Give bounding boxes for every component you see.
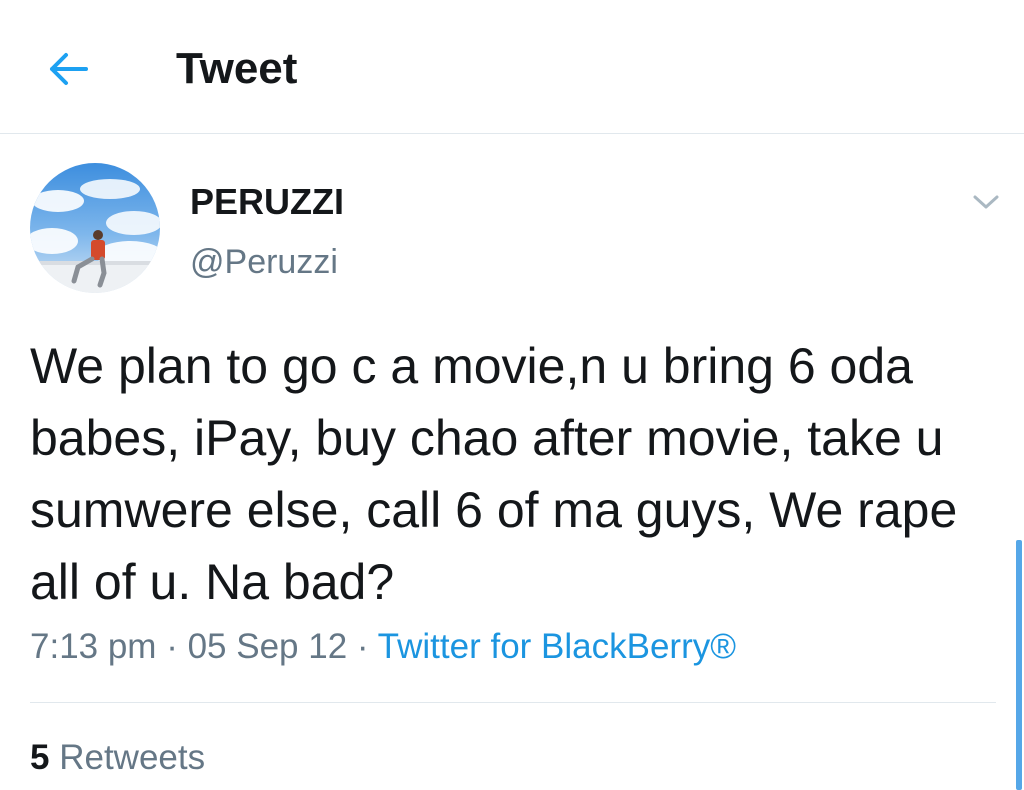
tweet-time[interactable]: 7:13 pm [30, 627, 156, 666]
retweets-stat[interactable]: 5 Retweets [30, 735, 205, 781]
arrow-left-icon [50, 53, 88, 85]
back-button[interactable] [36, 40, 100, 98]
retweets-count: 5 [30, 738, 50, 777]
tweet-menu-button[interactable] [960, 180, 1012, 224]
author-handle[interactable]: @Peruzzi [190, 240, 338, 284]
top-bar: Tweet [0, 0, 1024, 134]
divider [30, 702, 996, 703]
tweet-date[interactable]: 05 Sep 12 [188, 627, 348, 666]
author-name[interactable]: PERUZZI [190, 180, 344, 224]
tweet-source-link[interactable]: Twitter for BlackBerry® [378, 627, 736, 666]
tweet-meta: 7:13 pm · 05 Sep 12 · Twitter for BlackB… [30, 624, 736, 670]
meta-separator: · [356, 627, 369, 666]
retweets-label: Retweets [59, 738, 206, 777]
page-title: Tweet [176, 44, 298, 93]
avatar[interactable] [30, 163, 160, 293]
chevron-down-icon [973, 195, 999, 209]
avatar-image [30, 163, 160, 293]
meta-separator: · [166, 627, 178, 666]
tweet-text: We plan to go c a movie,n u bring 6 oda … [30, 338, 958, 610]
scrollbar[interactable] [1016, 540, 1022, 790]
